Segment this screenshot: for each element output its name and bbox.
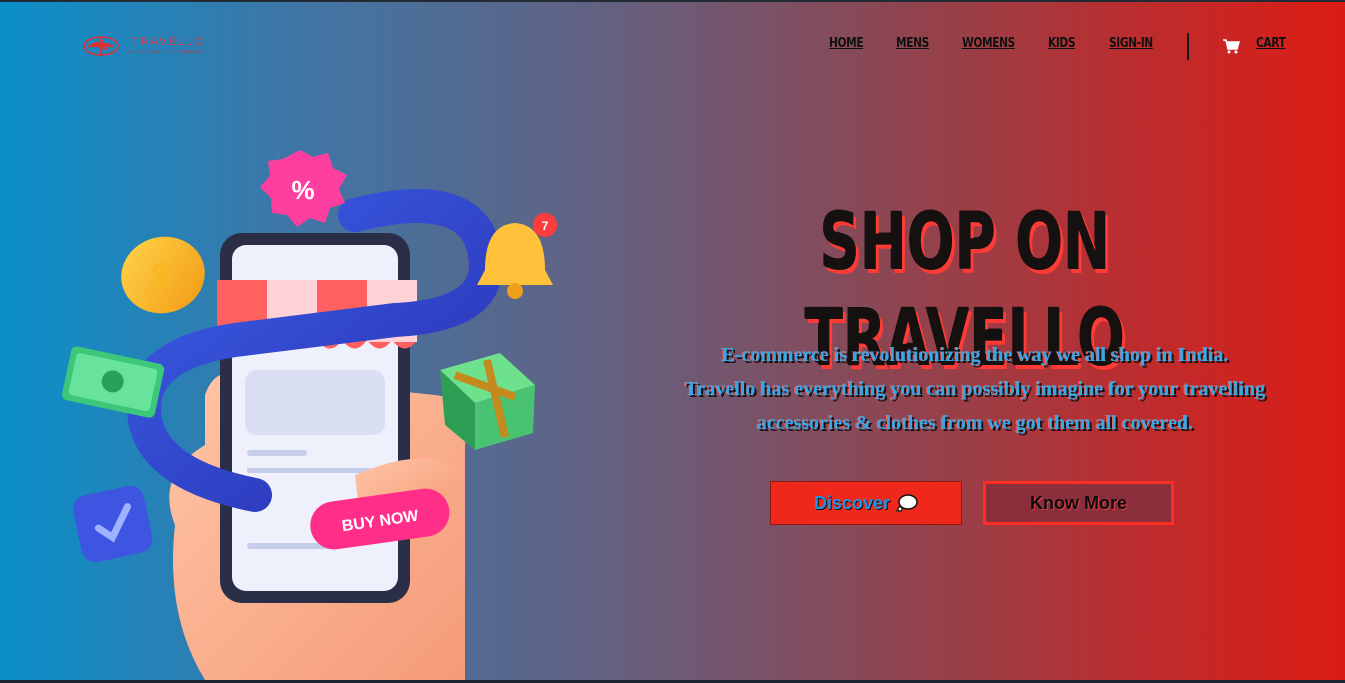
svg-text:7: 7 [542,219,549,233]
hero-description-line: Travello has everything you can possibly… [684,378,1266,400]
discount-badge-icon: % [260,150,347,227]
cart-icon[interactable] [1222,38,1240,54]
know-more-button[interactable]: Know More [983,481,1174,525]
discover-button-label: Discover [813,492,891,513]
nav-link-cart[interactable]: CART [1256,36,1286,51]
know-more-button-label: Know More [1030,492,1127,513]
dollar-coin-icon: $ [121,236,205,314]
nav-link-home[interactable]: HOME [829,36,864,51]
checkmark-badge-icon [73,485,153,563]
nav-divider [1187,33,1189,60]
hero-description-line: E-commerce is revolutionizing the way we… [721,344,1229,366]
nav-link-kids[interactable]: KIDS [1048,36,1076,51]
svg-text:%: % [291,175,314,205]
nav-link-mens[interactable]: MENS [896,36,929,51]
hero-description-line: accessories & clothes from we got them a… [756,412,1194,434]
shopping-illustration: BUY NOW % $ 7 [62,150,557,680]
main-nav: HOME MENS WOMENS KIDS SIGN-IN CART [0,36,1345,58]
nav-link-womens[interactable]: WOMENS [962,36,1015,51]
speech-bubble-icon [896,494,918,512]
hero-description: E-commerce is revolutionizing the way we… [645,338,1305,440]
nav-link-sign-in[interactable]: SIGN-IN [1109,36,1153,51]
discover-button[interactable]: Discover [770,481,962,525]
top-border [0,0,1345,2]
svg-text:$: $ [152,257,171,295]
